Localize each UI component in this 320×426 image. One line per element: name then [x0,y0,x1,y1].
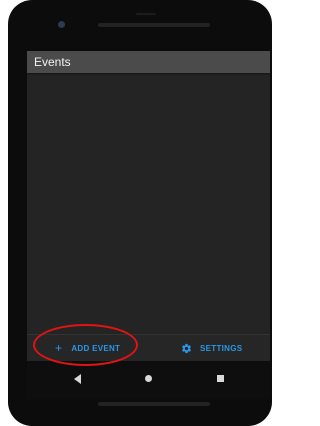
top-speaker-grille [98,23,210,27]
front-camera [58,21,65,28]
back-triangle-icon[interactable] [74,374,81,384]
page-title: Events [34,55,71,69]
add-event-button[interactable]: + ADD EVENT [55,335,120,361]
bottom-speaker-grille [98,402,210,406]
app-bar: Events [27,51,270,73]
home-circle-icon[interactable] [145,375,152,382]
system-navigation-bar [27,361,270,399]
plus-icon: + [55,341,63,355]
gear-icon [182,343,191,353]
recents-square-icon[interactable] [217,375,224,382]
settings-button[interactable]: SETTINGS [181,335,242,361]
events-list-area [27,73,270,334]
settings-label: SETTINGS [200,343,243,353]
screen: Events + ADD EVENT SETTINGS [27,51,270,399]
bottom-action-bar: + ADD EVENT SETTINGS [27,334,270,361]
phone-frame: Events + ADD EVENT SETTINGS [8,0,272,426]
add-event-label: ADD EVENT [71,343,121,353]
earpiece-slit [136,13,156,15]
